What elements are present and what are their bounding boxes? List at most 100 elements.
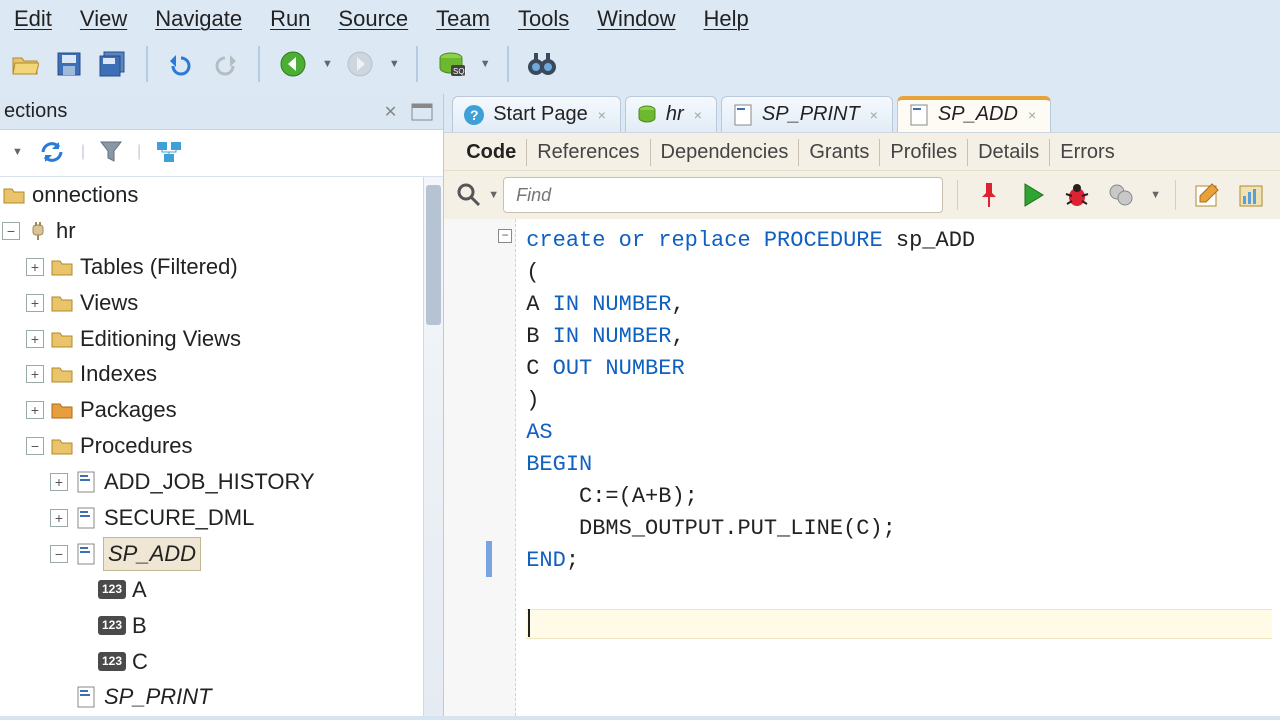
save-icon[interactable] xyxy=(52,47,86,81)
toolbar-separator xyxy=(507,46,509,82)
menu-run[interactable]: Run xyxy=(270,6,310,32)
param-a[interactable]: 123 A xyxy=(0,572,443,608)
code-text[interactable]: create or replace PROCEDURE sp_ADD ( A I… xyxy=(526,225,1280,577)
tab-label: SP_PRINT xyxy=(762,103,860,126)
menu-team[interactable]: Team xyxy=(436,6,490,32)
subtab-profiles[interactable]: Profiles xyxy=(879,139,967,166)
tree-label: SECURE_DML xyxy=(104,502,254,534)
panel-minimize-icon[interactable] xyxy=(411,103,433,121)
fold-toggle-icon[interactable]: − xyxy=(498,229,512,243)
tree-scrollbar[interactable] xyxy=(423,177,443,716)
proc-secure-dml[interactable]: + SECURE_DML xyxy=(0,500,443,536)
tree-icon[interactable] xyxy=(155,140,183,164)
toolbar-separator xyxy=(146,46,148,82)
proc-add-job-history[interactable]: + ADD_JOB_HISTORY xyxy=(0,464,443,500)
proc-sp-print[interactable]: SP_PRINT xyxy=(0,679,443,715)
tab-close-icon[interactable]: × xyxy=(870,107,878,123)
editor-gutter[interactable] xyxy=(444,219,516,716)
object-subtabs: Code References Dependencies Grants Prof… xyxy=(444,132,1280,170)
connections-root[interactable]: onnections xyxy=(0,177,443,213)
tab-label: SP_ADD xyxy=(938,103,1018,126)
plug-icon xyxy=(26,220,50,242)
tree-packages[interactable]: + Packages xyxy=(0,392,443,428)
tab-start-page[interactable]: ? Start Page × xyxy=(452,96,621,132)
folder-icon xyxy=(2,184,26,206)
toolbar-separator xyxy=(416,46,418,82)
tree-label: hr xyxy=(56,215,76,247)
subtab-errors[interactable]: Errors xyxy=(1049,139,1124,166)
tree-label: Editioning Views xyxy=(80,323,241,355)
subtab-grants[interactable]: Grants xyxy=(798,139,879,166)
search-icon[interactable] xyxy=(456,182,482,208)
tab-sp-print[interactable]: SP_PRINT × xyxy=(721,96,893,132)
tree-label: Packages xyxy=(80,394,177,426)
tree-views[interactable]: + Views xyxy=(0,285,443,321)
tree-functions[interactable]: + fx Functions xyxy=(0,715,443,716)
main-toolbar: ▼ ▼ SQL ▼ xyxy=(0,40,1280,94)
menu-bar: Edit View Navigate Run Source Team Tools… xyxy=(0,0,1280,40)
param-c[interactable]: 123 C xyxy=(0,644,443,680)
menu-navigate[interactable]: Navigate xyxy=(155,6,242,32)
tree-procedures[interactable]: − Procedures xyxy=(0,428,443,464)
run-icon[interactable] xyxy=(1016,178,1050,212)
tab-close-icon[interactable]: × xyxy=(694,107,702,123)
sql-dropdown[interactable]: ▼ xyxy=(480,58,491,70)
folder-icon xyxy=(50,256,74,278)
menu-window[interactable]: Window xyxy=(597,6,675,32)
connection-hr[interactable]: − hr xyxy=(0,213,443,249)
new-connection-dropdown[interactable]: ▼ xyxy=(12,146,23,158)
open-icon[interactable] xyxy=(8,47,42,81)
debug-icon[interactable] xyxy=(1060,178,1094,212)
save-all-icon[interactable] xyxy=(96,47,130,81)
redo-icon[interactable] xyxy=(208,47,242,81)
tree-indexes[interactable]: + Indexes xyxy=(0,356,443,392)
proc-sp-add[interactable]: − SP_ADD xyxy=(0,536,443,572)
sql-icon[interactable]: SQL xyxy=(434,47,468,81)
param-b[interactable]: 123 B xyxy=(0,608,443,644)
connections-tree[interactable]: onnections − hr + Tables (Filtered) + Vi… xyxy=(0,177,443,716)
refresh-icon[interactable] xyxy=(37,138,67,166)
binoculars-icon[interactable] xyxy=(525,47,559,81)
profile-icon[interactable] xyxy=(1234,178,1268,212)
menu-help[interactable]: Help xyxy=(704,6,749,32)
procedure-icon xyxy=(74,686,98,708)
compile-dropdown[interactable]: ▼ xyxy=(1150,189,1161,201)
procedure-icon xyxy=(74,471,98,493)
search-dropdown[interactable]: ▼ xyxy=(488,189,499,201)
pin-icon[interactable] xyxy=(972,178,1006,212)
edit-icon[interactable] xyxy=(1190,178,1224,212)
find-input[interactable] xyxy=(503,177,943,213)
tree-tables[interactable]: + Tables (Filtered) xyxy=(0,249,443,285)
undo-icon[interactable] xyxy=(164,47,198,81)
tab-hr[interactable]: hr × xyxy=(625,96,717,132)
folder-icon xyxy=(50,363,74,385)
tab-sp-add[interactable]: SP_ADD × xyxy=(897,96,1051,132)
subtab-code[interactable]: Code xyxy=(456,139,526,166)
filter-icon[interactable] xyxy=(99,139,123,165)
tree-label: Indexes xyxy=(80,358,157,390)
tree-label: B xyxy=(132,610,147,642)
menu-tools[interactable]: Tools xyxy=(518,6,569,32)
text-caret xyxy=(528,609,530,637)
menu-edit[interactable]: Edit xyxy=(14,6,52,32)
menu-source[interactable]: Source xyxy=(338,6,408,32)
code-editor[interactable]: − create or replace PROCEDURE sp_ADD ( A… xyxy=(444,219,1280,716)
change-marker xyxy=(486,541,492,577)
compile-icon[interactable] xyxy=(1104,178,1138,212)
nav-forward-dropdown[interactable]: ▼ xyxy=(389,58,400,70)
procedure-icon xyxy=(908,104,930,126)
menu-view[interactable]: View xyxy=(80,6,127,32)
tree-label: Procedures xyxy=(80,430,193,462)
tree-label: SP_PRINT xyxy=(104,681,212,713)
nav-forward-icon[interactable] xyxy=(343,47,377,81)
tab-close-icon[interactable]: × xyxy=(1028,107,1036,123)
panel-close-icon[interactable]: ✕ xyxy=(380,102,401,122)
tree-edit-views[interactable]: + Editioning Views xyxy=(0,321,443,357)
nav-back-icon[interactable] xyxy=(276,47,310,81)
nav-back-dropdown[interactable]: ▼ xyxy=(322,58,333,70)
tab-close-icon[interactable]: × xyxy=(598,107,606,123)
subtab-references[interactable]: References xyxy=(526,139,649,166)
subtab-details[interactable]: Details xyxy=(967,139,1049,166)
subtab-dependencies[interactable]: Dependencies xyxy=(650,139,799,166)
procedure-icon xyxy=(732,104,754,126)
